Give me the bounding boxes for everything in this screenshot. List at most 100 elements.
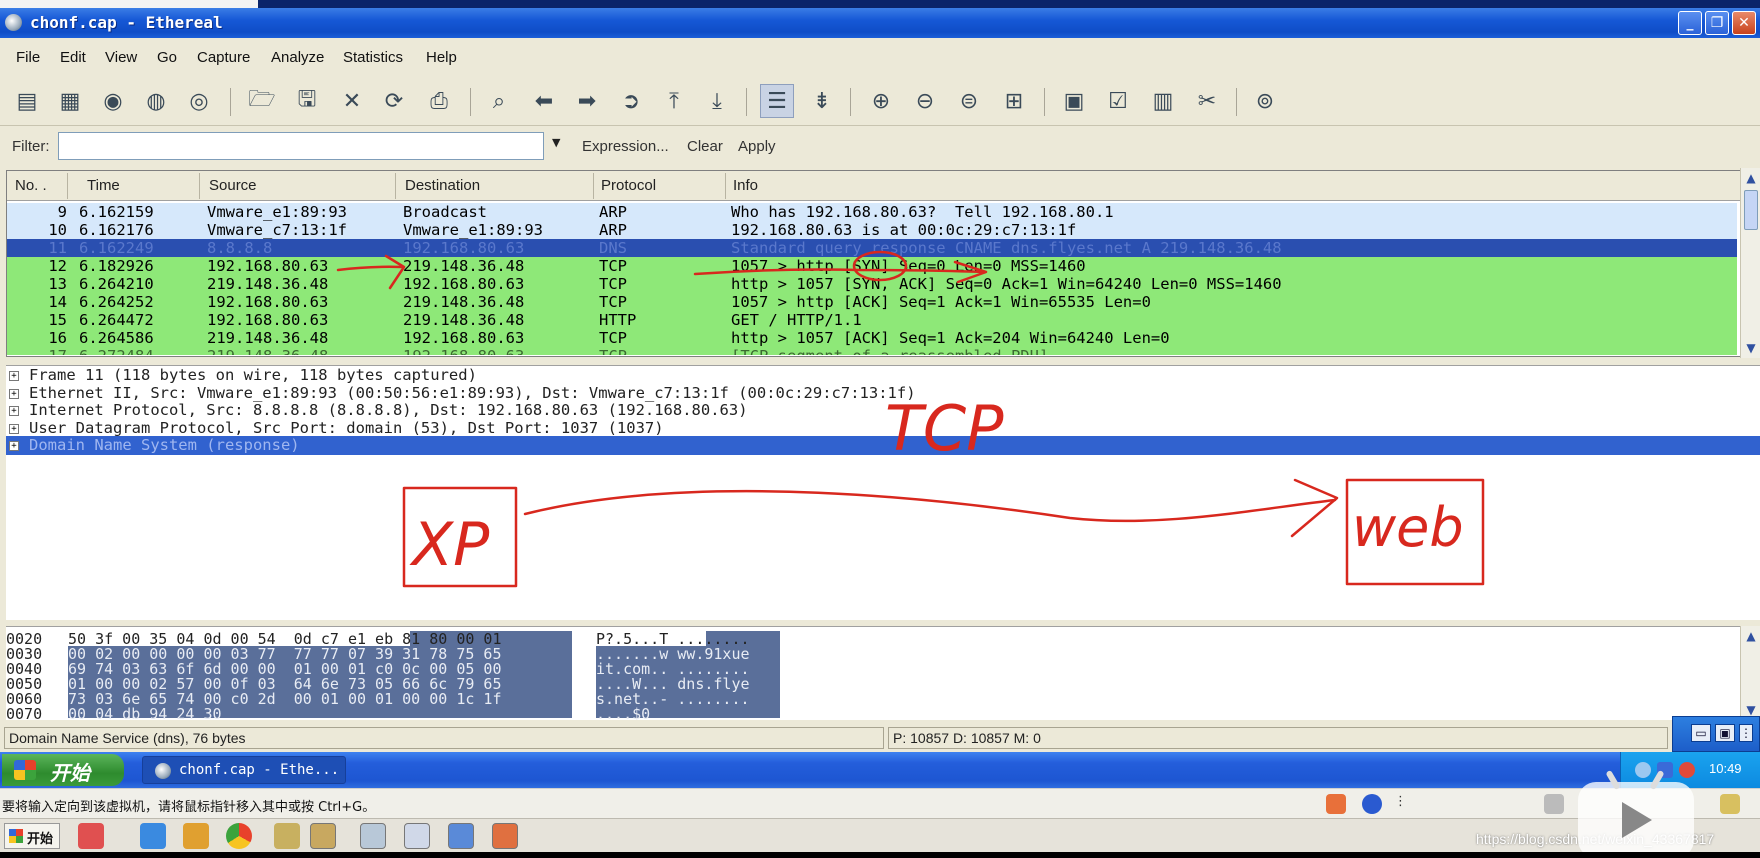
host-start-button[interactable]: 开始 [4, 823, 60, 849]
xp-start-button[interactable]: 开始 [2, 754, 124, 786]
reload-icon[interactable]: ⟳ [377, 84, 411, 118]
host-app-icon-2[interactable] [140, 823, 166, 849]
detail-row[interactable]: + Domain Name System (response) [6, 436, 1760, 455]
packet-row[interactable]: 15 6.264472 192.168.80.63 219.148.36.48 HTTP… [7, 311, 1737, 329]
menu-file[interactable]: File [16, 49, 40, 66]
expand-icon[interactable]: + [9, 423, 19, 434]
expand-icon[interactable]: + [9, 406, 19, 416]
packet-row[interactable]: 10 6.162176 Vmware_c7:13:1f Vmware_e1:89:93… [7, 221, 1737, 239]
menu-statistics[interactable]: Statistics [343, 49, 403, 66]
detail-row[interactable]: + Internet Protocol, Src: 8.8.8.8 (8.8.8.… [6, 401, 1760, 420]
vm-toolbox-icon-2[interactable]: ▣ [1715, 724, 1735, 742]
stop-capture-icon[interactable]: ◍ [139, 84, 173, 118]
chrome-icon[interactable] [226, 823, 252, 849]
host-app-icon-6[interactable] [310, 823, 336, 849]
host-app-icon-5[interactable] [274, 823, 300, 849]
go-forward-icon[interactable]: ➡ [570, 84, 604, 118]
packet-row[interactable]: 11 6.162249 8.8.8.8 192.168.80.63 DNS Standar… [7, 239, 1737, 257]
filter-dropdown-icon[interactable]: ▼ [552, 136, 560, 149]
host-app-icon-10[interactable] [492, 823, 518, 849]
close-button[interactable]: ✕ [1732, 11, 1756, 35]
expand-icon[interactable]: + [9, 388, 19, 399]
col-time[interactable]: Time [87, 177, 120, 194]
minimize-button[interactable]: _ [1678, 11, 1702, 35]
packet-row[interactable]: 9 6.162159 Vmware_e1:89:93 Broadcast ARP Who … [7, 203, 1737, 221]
colorize-icon[interactable]: ☰ [760, 84, 794, 118]
host-app-icon-1[interactable] [78, 823, 104, 849]
go-last-icon[interactable]: ⤓ [700, 84, 734, 118]
expression-button[interactable]: Expression... [582, 138, 669, 155]
vm-help-icon[interactable] [1362, 794, 1382, 814]
vm-toolbox-menu-icon[interactable]: ⋮ [1739, 724, 1753, 742]
col-destination[interactable]: Destination [405, 177, 480, 194]
menu-edit[interactable]: Edit [60, 49, 86, 66]
start-capture-icon[interactable]: ◉ [96, 84, 130, 118]
vm-status-icon-2[interactable] [1720, 794, 1740, 814]
detail-row[interactable]: + Frame 11 (118 bytes on wire, 118 bytes … [6, 366, 1760, 385]
hex-scrollbar[interactable]: ▲ ▼ [1740, 626, 1760, 720]
vm-device-icon[interactable] [1326, 794, 1346, 814]
save-file-icon[interactable]: 🖫 [290, 84, 324, 118]
go-first-icon[interactable]: ⤒ [657, 84, 691, 118]
scroll-thumb[interactable] [1744, 190, 1758, 230]
scroll-up-icon[interactable]: ▲ [1741, 168, 1760, 188]
print-icon[interactable]: ⎙ [422, 84, 456, 118]
expand-icon[interactable]: + [9, 441, 19, 451]
video-play-icon[interactable] [1578, 769, 1694, 858]
preferences-icon[interactable]: ✂ [1190, 84, 1224, 118]
hex-scroll-up-icon[interactable]: ▲ [1741, 626, 1760, 646]
scroll-down-icon[interactable]: ▼ [1741, 338, 1760, 358]
tray-network-icon[interactable] [1635, 762, 1651, 778]
detail-row[interactable]: + Ethernet II, Src: Vmware_e1:89:93 (00:5… [6, 384, 1760, 403]
vm-status-icon-1[interactable] [1544, 794, 1564, 814]
host-app-icon-9[interactable] [448, 823, 474, 849]
vm-toolbox-icon-1[interactable]: ▭ [1691, 724, 1711, 742]
vm-more-icon[interactable]: ⋮ [1394, 794, 1407, 814]
zoom-out-icon[interactable]: ⊖ [908, 84, 942, 118]
tray-security-icon[interactable] [1679, 762, 1695, 778]
packet-row[interactable]: 13 6.264210 219.148.36.48 192.168.80.63 TCP h… [7, 275, 1737, 293]
menu-capture[interactable]: Capture [197, 49, 250, 66]
tray-clock: 10:49 [1709, 761, 1742, 776]
close-file-icon[interactable]: ✕ [335, 84, 369, 118]
col-protocol[interactable]: Protocol [601, 177, 656, 194]
menu-go[interactable]: Go [157, 49, 177, 66]
autoscroll-icon[interactable]: ⇟ [805, 84, 839, 118]
display-filters-icon[interactable]: ☑ [1101, 84, 1135, 118]
menu-view[interactable]: View [105, 49, 137, 66]
filter-input[interactable] [58, 132, 544, 160]
capture-filters-icon[interactable]: ▣ [1057, 84, 1091, 118]
packet-row[interactable]: 17 6.272484 219.148.36.48 192.168.80.63 TCP [… [7, 347, 1737, 355]
apply-button[interactable]: Apply [738, 138, 776, 155]
packet-row[interactable]: 12 6.182926 192.168.80.63 219.148.36.48 TCP 1… [7, 257, 1737, 275]
taskbar-item-ethereal[interactable]: chonf.cap - Ethe... [142, 756, 346, 784]
zoom-in-icon[interactable]: ⊕ [864, 84, 898, 118]
menu-help[interactable]: Help [426, 49, 457, 66]
packet-row[interactable]: 16 6.264586 219.148.36.48 192.168.80.63 TCP h… [7, 329, 1737, 347]
title-bar[interactable]: chonf.cap - Ethereal _ ❐ ✕ [0, 8, 1760, 38]
packet-list-scrollbar[interactable]: ▲ ▼ [1740, 168, 1760, 358]
col-source[interactable]: Source [209, 177, 257, 194]
go-back-icon[interactable]: ⬅ [527, 84, 561, 118]
expand-icon[interactable]: + [9, 371, 19, 381]
find-packet-icon[interactable]: ⌕ [482, 84, 516, 118]
clear-button[interactable]: Clear [687, 138, 723, 155]
detail-row[interactable]: + User Datagram Protocol, Src Port: domai… [6, 419, 1760, 438]
packet-row[interactable]: 14 6.264252 192.168.80.63 219.148.36.48 TCP 1… [7, 293, 1737, 311]
go-to-packet-icon[interactable]: ➲ [614, 84, 648, 118]
maximize-button[interactable]: ❐ [1705, 11, 1729, 35]
menu-analyze[interactable]: Analyze [271, 49, 324, 66]
capture-options-icon[interactable]: ▦ [53, 84, 87, 118]
host-app-icon-8[interactable] [404, 823, 430, 849]
help-icon[interactable]: ⊚ [1248, 84, 1282, 118]
open-file-icon[interactable]: 🗁 [245, 84, 279, 118]
col-info[interactable]: Info [733, 177, 758, 194]
col-no[interactable]: No. . [15, 177, 47, 194]
restart-capture-icon[interactable]: ◎ [182, 84, 216, 118]
resize-columns-icon[interactable]: ⊞ [997, 84, 1031, 118]
interfaces-icon[interactable]: ▤ [10, 84, 44, 118]
coloring-rules-icon[interactable]: ▥ [1146, 84, 1180, 118]
zoom-normal-icon[interactable]: ⊜ [952, 84, 986, 118]
host-app-icon-3[interactable] [183, 823, 209, 849]
host-app-icon-7[interactable] [360, 823, 386, 849]
